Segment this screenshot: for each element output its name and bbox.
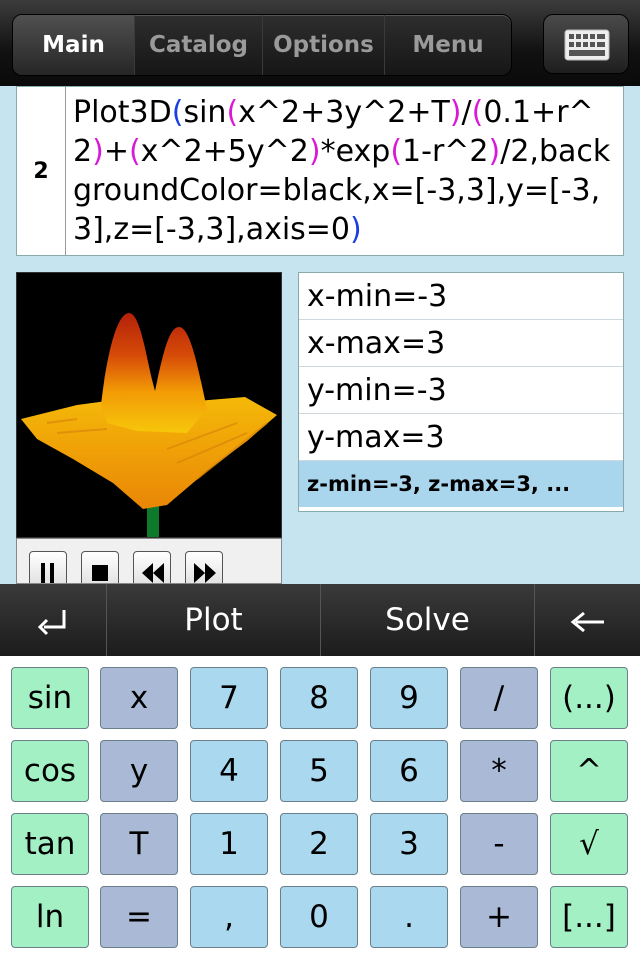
fast-forward-button[interactable] <box>185 551 223 583</box>
tab-menu[interactable]: Menu <box>385 15 511 75</box>
expression-part: ) <box>308 134 321 169</box>
param-y-max[interactable]: y-max=3 <box>299 414 623 461</box>
animation-controls <box>16 538 282 584</box>
expression-part: ( <box>128 134 141 169</box>
key-1-0[interactable]: cos <box>11 740 89 802</box>
rewind-icon <box>142 563 164 583</box>
key-2-3[interactable]: 2 <box>280 813 358 875</box>
key-1-6[interactable]: ^ <box>550 740 628 802</box>
param-y-min[interactable]: y-min=-3 <box>299 367 623 414</box>
key-2-0[interactable]: tan <box>11 813 89 875</box>
key-3-2[interactable]: , <box>190 886 268 948</box>
key-0-0[interactable]: sin <box>11 667 89 729</box>
key-0-2[interactable]: 7 <box>190 667 268 729</box>
key-3-0[interactable]: ln <box>11 886 89 948</box>
expression-number: 2 <box>17 87 66 255</box>
expression-part: ( <box>390 134 403 169</box>
fast-forward-icon <box>194 563 216 583</box>
key-0-6[interactable]: (...) <box>550 667 628 729</box>
key-1-5[interactable]: * <box>460 740 538 802</box>
keyboard-toggle-button[interactable] <box>543 14 629 74</box>
plot-3d-view[interactable] <box>16 272 282 538</box>
expression-part: x^2+3y^2+T <box>238 95 450 130</box>
expression-part: ( <box>226 95 239 130</box>
return-arrow-icon <box>37 609 66 635</box>
expression-part: / <box>461 95 472 130</box>
expression-part: *exp <box>320 134 391 169</box>
key-0-1[interactable]: x <box>100 667 178 729</box>
key-3-3[interactable]: 0 <box>280 886 358 948</box>
expression-part: ) <box>92 134 104 169</box>
keyboard-icon <box>564 29 610 61</box>
calculator-keypad: sin x 7 8 9/(...) cos y 4 5 6 * ^ tan T 1 2 3- √ ln =, 0. + [.… <box>0 656 640 960</box>
expression-text[interactable]: Plot3D(sin(x^2+3y^2+T)/(0.1+r^2)+(x^2+5y… <box>73 93 621 249</box>
expression-part: + <box>103 134 129 169</box>
key-2-1[interactable]: T <box>100 813 178 875</box>
plot-button[interactable]: Plot <box>107 584 321 656</box>
key-3-5[interactable]: + <box>460 886 538 948</box>
param-x-max[interactable]: x-max=3 <box>299 320 623 367</box>
expression-part: ) <box>449 95 462 130</box>
key-1-4[interactable]: 6 <box>370 740 448 802</box>
pause-icon <box>41 563 54 583</box>
expression-part: ) <box>488 134 501 169</box>
top-bar: Main Catalog Options Menu <box>0 0 640 86</box>
key-2-2[interactable]: 1 <box>190 813 268 875</box>
key-2-4[interactable]: 3 <box>370 813 448 875</box>
plot-parameters-list: x-min=-3 x-max=3 y-min=-3 y-max=3 z-min=… <box>298 272 624 512</box>
tab-options[interactable]: Options <box>263 15 385 75</box>
tab-bar: Main Catalog Options Menu <box>12 14 512 76</box>
action-bar: Plot Solve <box>0 584 640 656</box>
key-0-3[interactable]: 8 <box>280 667 358 729</box>
backspace-button[interactable] <box>535 584 640 656</box>
expression-part: sin <box>183 95 227 130</box>
stop-button[interactable] <box>81 551 119 583</box>
expression-part: ( <box>171 95 184 130</box>
left-arrow-icon <box>570 611 604 632</box>
key-3-4[interactable]: . <box>370 886 448 948</box>
param-x-min[interactable]: x-min=-3 <box>299 273 623 320</box>
key-0-4[interactable]: 9 <box>370 667 448 729</box>
surface-plot-graphic <box>21 313 277 537</box>
expression-entry[interactable]: 2 Plot3D(sin(x^2+3y^2+T)/(0.1+r^2)+(x^2+… <box>16 86 624 256</box>
expression-part: 1-r^2 <box>402 134 489 169</box>
tab-main[interactable]: Main <box>13 15 135 75</box>
expression-part: x^2+5y^2 <box>140 134 309 169</box>
enter-button[interactable] <box>0 584 107 656</box>
key-1-3[interactable]: 5 <box>280 740 358 802</box>
key-3-6[interactable]: [...] <box>550 886 628 948</box>
key-2-5[interactable]: - <box>460 813 538 875</box>
param-more[interactable]: z-min=-3, z-max=3, ... <box>299 461 623 507</box>
expression-part: Plot3D <box>73 95 172 130</box>
key-3-1[interactable]: = <box>100 886 178 948</box>
key-2-6[interactable]: √ <box>550 813 628 875</box>
rewind-button[interactable] <box>133 551 171 583</box>
expression-part: ) <box>350 212 362 247</box>
key-1-1[interactable]: y <box>100 740 178 802</box>
key-0-5[interactable]: / <box>460 667 538 729</box>
pause-button[interactable] <box>29 551 67 583</box>
expression-part: ( <box>471 95 484 130</box>
key-1-2[interactable]: 4 <box>190 740 268 802</box>
stop-icon <box>92 565 108 581</box>
solve-button[interactable]: Solve <box>321 584 535 656</box>
tab-catalog[interactable]: Catalog <box>135 15 263 75</box>
